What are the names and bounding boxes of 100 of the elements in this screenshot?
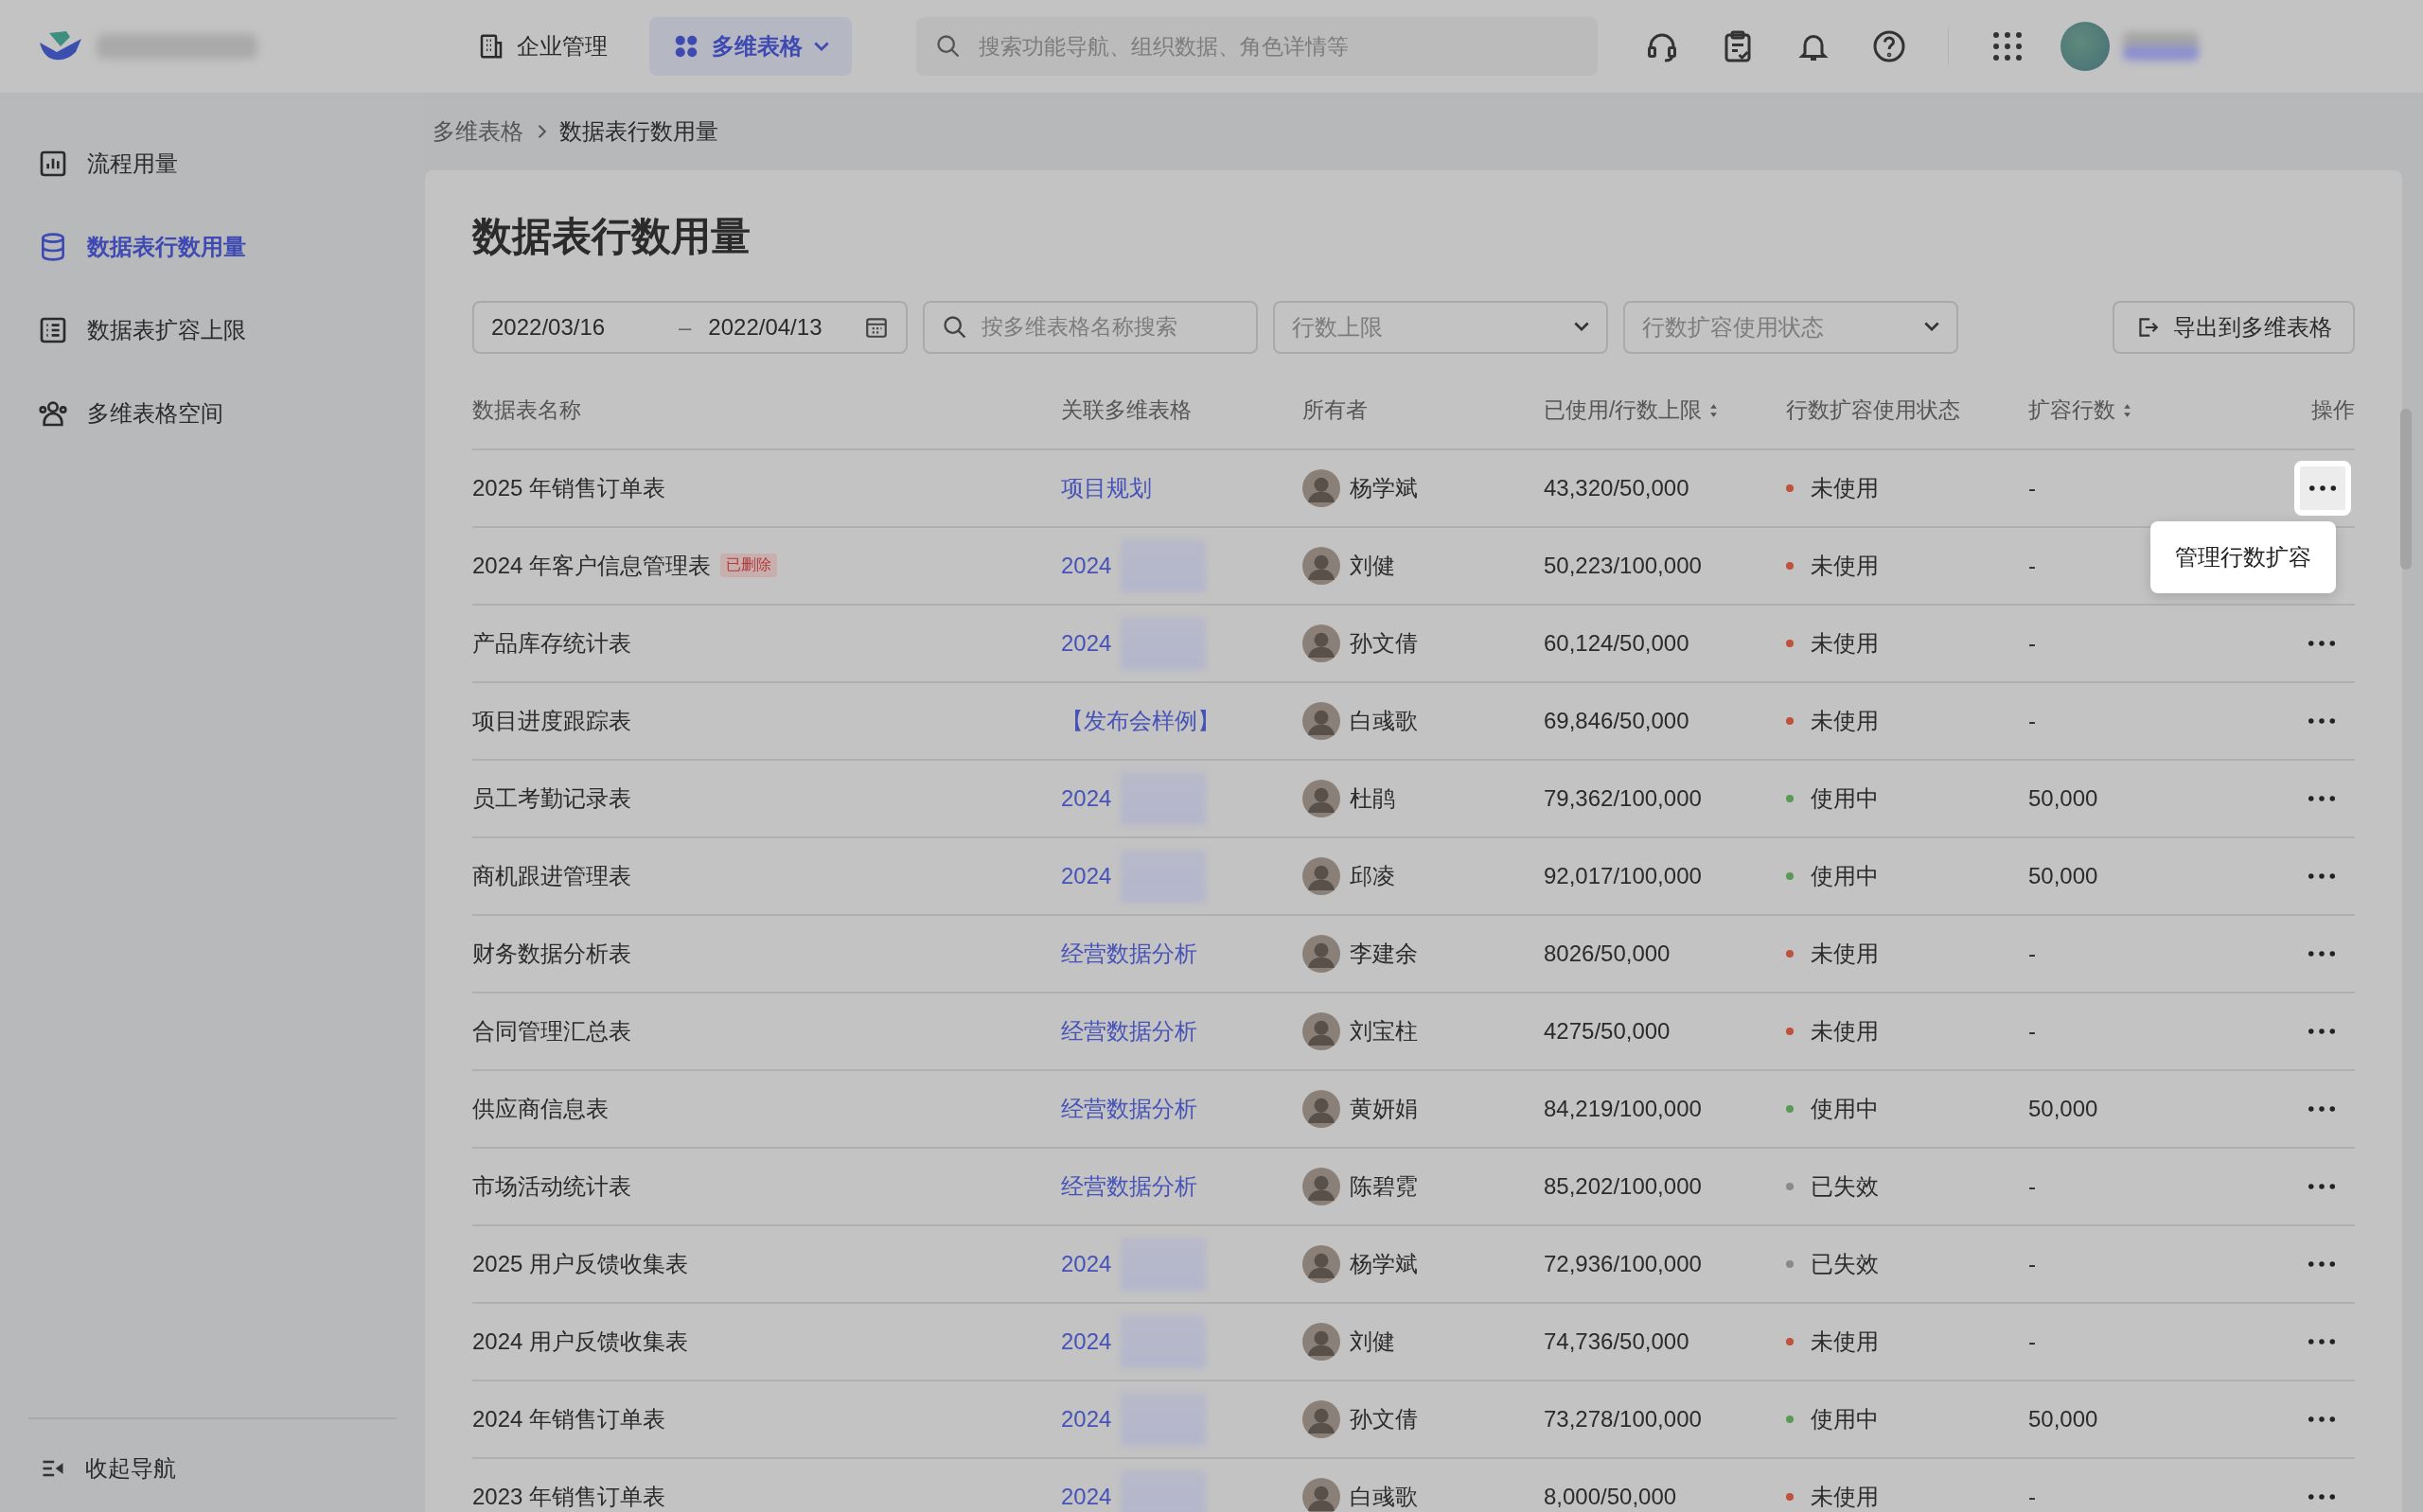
help-icon[interactable] [1872,29,1906,63]
usage-value: 4275/50,000 [1544,1017,1671,1045]
filter-select[interactable]: 行数上限 [1273,300,1608,354]
status-text: 已失效 [1811,1171,1879,1201]
search-icon [935,33,962,60]
owner-name: 杨学斌 [1350,1249,1418,1278]
deleted-tag: 已删除 [720,554,778,578]
status-text: 未使用 [1811,1482,1879,1511]
more-button[interactable] [2294,460,2351,516]
linked-base-link[interactable]: 经营数据分析 [1061,938,1197,969]
more-icon [2308,1337,2336,1345]
avatar [1302,701,1340,740]
linked-base-link[interactable]: 2024 [1061,784,1112,812]
export-button[interactable]: 导出到多维表格 [2113,300,2355,354]
expansion-value: - [2028,940,2036,967]
avatar [1302,546,1340,585]
linked-base-link[interactable]: 2024 [1061,552,1112,579]
status-text: 使用中 [1811,861,1879,890]
usage-value: 50,223/100,000 [1544,552,1702,579]
table-search-field[interactable]: 按多维表格名称搜索 [923,300,1258,354]
table-name: 2024 年销售订单表 [472,1404,666,1433]
table-name: 2024 年客户信息管理表 [472,551,712,580]
menu-item[interactable]: 管理行数扩容 [2158,528,2328,586]
nav-tab[interactable]: 多维表格 [649,17,852,76]
more-icon [2308,716,2336,725]
search-field[interactable]: 搜索功能导航、组织数据、角色详情等 [916,17,1598,76]
apps-grid-icon[interactable] [1990,29,2025,63]
more-icon [2308,871,2336,880]
owner-name: 邱凌 [1350,861,1395,890]
table-name: 2024 用户反馈收集表 [472,1327,689,1356]
more-icon [2308,1415,2336,1423]
expansion-value: - [2028,629,2036,657]
linked-base-link[interactable]: 经营数据分析 [1061,1093,1197,1124]
expansion-value: - [2028,1017,2036,1045]
owner-name: 刘宝柱 [1350,1016,1418,1046]
owner-name: 孙文倩 [1350,1404,1418,1433]
owner-name: 白彧歌 [1350,1482,1418,1511]
expansion-value: 50,000 [2028,1095,2098,1122]
more-icon [2308,1182,2336,1190]
sidebar-item[interactable]: 多维表格空间 [28,386,397,441]
linked-base-link[interactable]: 2024 [1061,1250,1112,1277]
linked-base-link[interactable]: 【发布会样例】 [1061,705,1220,736]
status-text: 使用中 [1811,783,1879,813]
usage-value: 79,362/100,000 [1544,784,1702,812]
more-icon [2308,1104,2336,1113]
table-name: 2023 年销售订单表 [472,1482,666,1511]
avatar [1302,1477,1340,1512]
status-text: 使用中 [1811,1404,1879,1433]
table-name: 产品库存统计表 [472,628,631,658]
sort-icon[interactable] [2123,402,2131,418]
table-name: 合同管理汇总表 [472,1016,631,1046]
expansion-value: 50,000 [2028,1405,2098,1433]
column-header: 关联多维表格 [1061,396,1192,425]
breadcrumb-link[interactable]: 多维表格 [433,116,523,147]
column-header: 行数扩容使用状态 [1786,396,1960,425]
table-name: 2025 年销售订单表 [472,473,666,502]
status-text: 未使用 [1811,706,1879,735]
list-icon [38,315,68,345]
linked-base-link[interactable]: 项目规划 [1061,472,1152,503]
sidebar-item[interactable]: 数据表扩容上限 [28,303,397,358]
table-name: 员工考勤记录表 [472,783,631,813]
filter-select[interactable]: 行数扩容使用状态 [1623,300,1958,354]
usage-value: 8,000/50,000 [1544,1483,1677,1510]
more-icon [2308,794,2336,802]
expansion-value: - [2028,1172,2036,1200]
collapse-nav-button[interactable]: 收起导航 [28,1417,397,1484]
caret-icon [1574,322,1589,333]
linked-base-link[interactable]: 2024 [1061,1327,1112,1355]
sidebar-item[interactable]: 流程用量 [28,136,397,191]
status-text: 未使用 [1811,473,1879,502]
linked-base-link[interactable]: 经营数据分析 [1061,1015,1197,1046]
usage-value: 60,124/50,000 [1544,629,1689,657]
avatar [1302,856,1340,895]
linked-base-link[interactable]: 2024 [1061,862,1112,889]
table-name: 市场活动统计表 [472,1171,631,1201]
sidebar-item[interactable]: 数据表行数用量 [28,220,397,274]
table-name: 项目进度跟踪表 [472,706,631,735]
linked-base-link[interactable]: 2024 [1061,629,1112,657]
owner-name: 陈碧霓 [1350,1171,1418,1201]
owner-name: 黄妍娟 [1350,1094,1418,1123]
user-avatar[interactable] [2060,22,2110,71]
avatar [1302,624,1340,662]
expansion-value: - [2028,707,2036,734]
usage-value: 85,202/100,000 [1544,1172,1702,1200]
linked-base-link[interactable]: 经营数据分析 [1061,1170,1197,1202]
usage-value: 92,017/100,000 [1544,862,1702,889]
owner-name: 孙文倩 [1350,628,1418,658]
expansion-value: - [2028,1483,2036,1510]
date-range-field[interactable]: 2022/03/16 – 2022/04/13 [472,300,908,354]
nav-tab[interactable]: 企业管理 [454,17,630,76]
linked-base-link[interactable]: 2024 [1061,1483,1112,1510]
search-icon [942,313,968,341]
scrollbar[interactable] [2400,409,2412,570]
chevron-icon [537,124,546,139]
column-header: 所有者 [1302,396,1368,425]
avatar [1302,468,1340,507]
more-icon [2308,1027,2336,1035]
linked-base-link[interactable]: 2024 [1061,1405,1112,1433]
sort-icon[interactable] [1709,402,1719,418]
usage-value: 74,736/50,000 [1544,1327,1689,1355]
